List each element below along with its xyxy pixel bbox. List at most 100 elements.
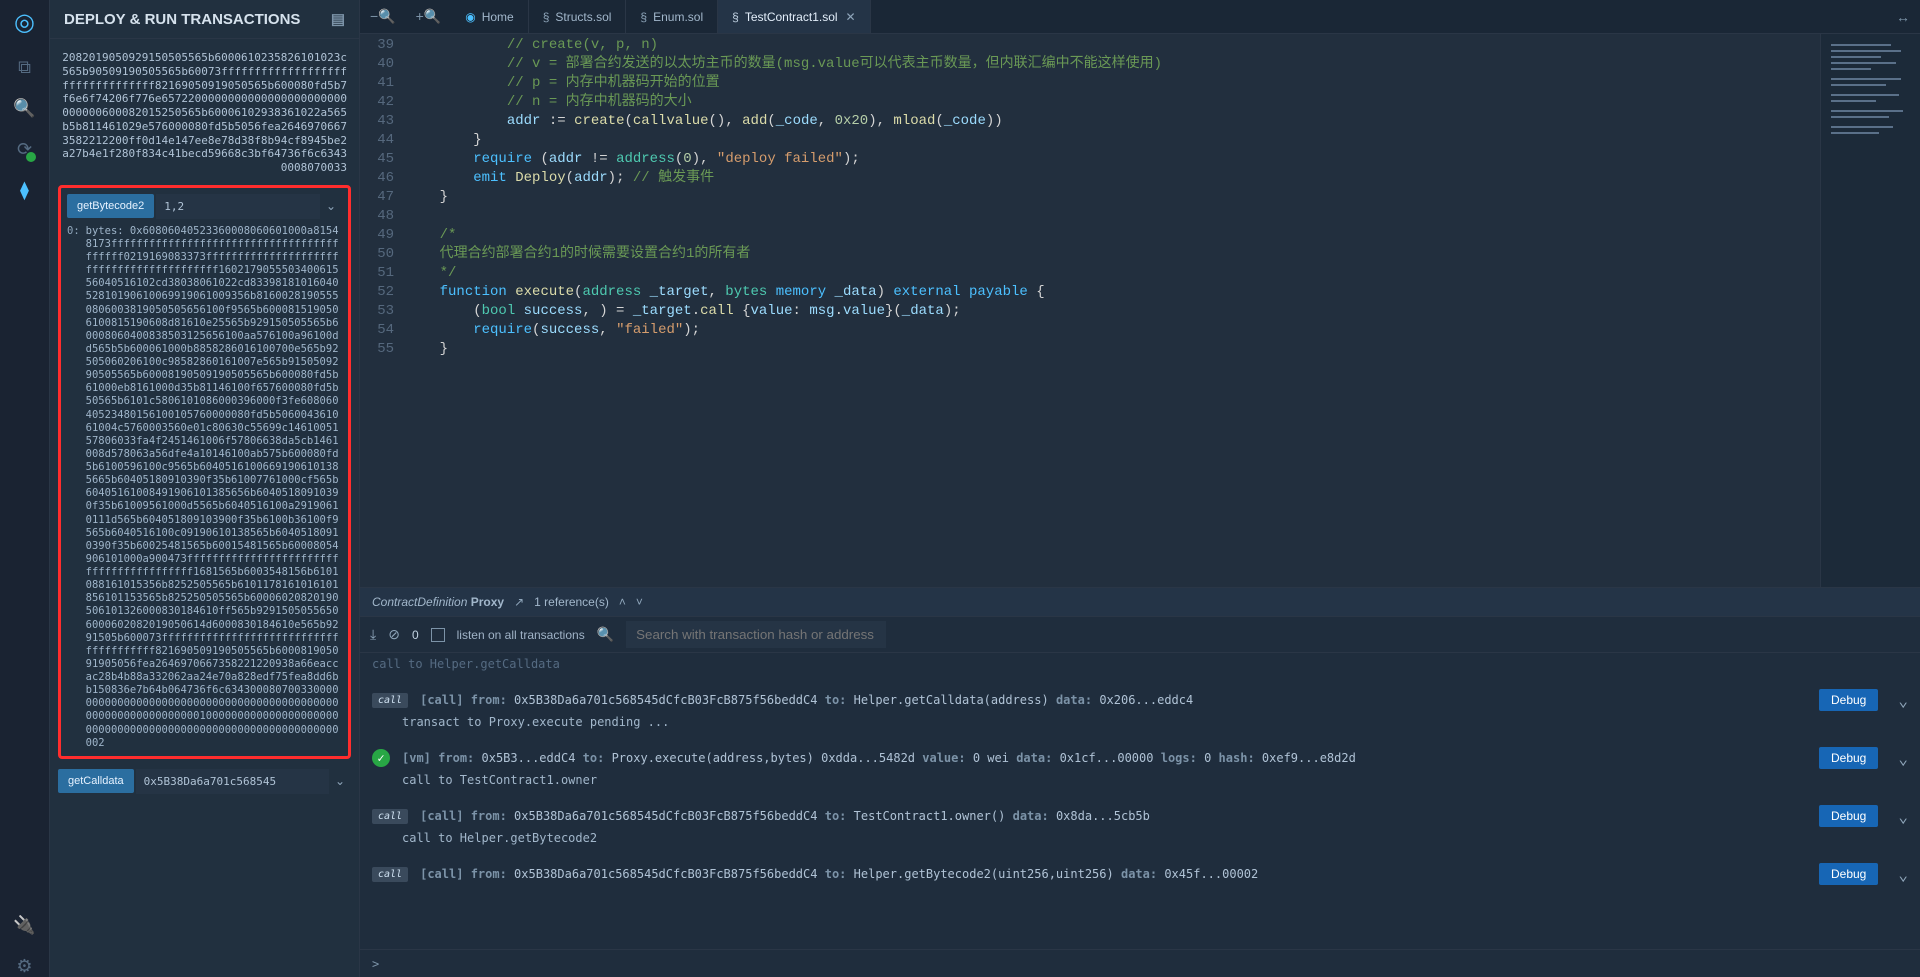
terminal-search-input[interactable] [626, 621, 886, 648]
close-icon[interactable]: ✕ [846, 10, 856, 24]
code-line[interactable]: 45 require (addr != address(0), "deploy … [360, 150, 1820, 169]
bytecode-blob-top: 2082019050929150505565b60006102358261010… [58, 47, 351, 185]
chevron-down-icon[interactable]: ˅ [636, 595, 643, 609]
logo-icon: ◎ [14, 8, 35, 37]
debug-button[interactable]: Debug [1819, 747, 1878, 769]
zoom-in-icon[interactable]: +🔍 [406, 8, 452, 25]
log-text: [vm] from: 0x5B3...eddC4 to: Proxy.execu… [402, 751, 1356, 765]
log-text: [call] from: 0x5B38Da6a701c568545dCfcB03… [420, 809, 1150, 823]
code-line[interactable]: 51 */ [360, 264, 1820, 283]
collapse-icon[interactable]: ⤓ [370, 626, 376, 643]
clear-icon[interactable]: ⊘ [388, 626, 400, 643]
tab-structs[interactable]: § Structs.sol [529, 0, 627, 33]
settings-icon[interactable]: ⚙ [16, 956, 32, 977]
plugin-icon[interactable]: 🔌 [13, 915, 35, 936]
code-line[interactable]: 49 /* [360, 226, 1820, 245]
fn-row-getcalldata: getCalldata ⌄ [58, 769, 351, 794]
getbytecode2-input[interactable] [156, 194, 320, 219]
tab-bar: −🔍 +🔍 ◉ Home § Structs.sol § Enum.sol § … [360, 0, 1920, 34]
line-code: /* [406, 226, 1820, 245]
sol-icon: § [732, 10, 739, 24]
compile-icon[interactable]: ⟳ [17, 139, 32, 160]
tab-testcontract1[interactable]: § TestContract1.sol ✕ [718, 0, 870, 33]
code-line[interactable]: 53 (bool success, ) = _target.call {valu… [360, 302, 1820, 321]
debug-button[interactable]: Debug [1819, 863, 1878, 885]
log-entry: ✓ [vm] from: 0x5B3...eddC4 to: Proxy.exec… [372, 747, 1908, 787]
tab-home[interactable]: ◉ Home [451, 0, 529, 33]
line-number: 47 [360, 188, 406, 207]
chevron-down-icon[interactable]: ⌄ [1898, 865, 1908, 884]
code-line[interactable]: 39 // create(v, p, n) [360, 36, 1820, 55]
share-icon[interactable]: ↗ [514, 595, 524, 609]
line-code: // p = 内存中机器码开始的位置 [406, 74, 1820, 93]
debug-button[interactable]: Debug [1819, 689, 1878, 711]
line-number: 48 [360, 207, 406, 226]
line-number: 54 [360, 321, 406, 340]
debug-button[interactable]: Debug [1819, 805, 1878, 827]
call-badge: call [372, 693, 408, 708]
code-line[interactable]: 46 emit Deploy(addr); // 触发事件 [360, 169, 1820, 188]
tab-label: Home [482, 10, 514, 24]
icon-rail: ◎ ⧉ 🔍 ⟳ ⧫ 🔌 ⚙ [0, 0, 50, 977]
search-icon[interactable]: 🔍 [597, 626, 614, 643]
code-line[interactable]: 43 addr := create(callvalue(), add(_code… [360, 112, 1820, 131]
line-number: 51 [360, 264, 406, 283]
code-line[interactable]: 50 代理合约部署合约1的时候需要设置合约1的所有者 [360, 245, 1820, 264]
output-row: 0: bytes: 0x60806040523360008060601000a8… [67, 225, 342, 750]
code-line[interactable]: 54 require(success, "failed"); [360, 321, 1820, 340]
log-line: call[call] from: 0x5B38Da6a701c568545dCf… [372, 689, 1908, 711]
terminal-body[interactable]: call to Helper.getCalldata call[call] fr… [360, 653, 1920, 949]
terminal-prompt[interactable]: > [360, 949, 1920, 977]
log-text: [call] from: 0x5B38Da6a701c568545dCfcB03… [420, 867, 1258, 881]
line-number: 53 [360, 302, 406, 321]
tab-enum[interactable]: § Enum.sol [626, 0, 718, 33]
code-line[interactable]: 48 [360, 207, 1820, 226]
chevron-down-icon[interactable]: ⌄ [1898, 807, 1908, 826]
line-number: 43 [360, 112, 406, 131]
terminal: ⤓ ⊘ 0 listen on all transactions 🔍 call … [360, 617, 1920, 977]
line-number: 46 [360, 169, 406, 188]
chevron-down-icon[interactable]: ⌄ [329, 770, 351, 792]
search-icon[interactable]: 🔍 [13, 98, 35, 119]
expand-icon[interactable]: ↔ [1886, 9, 1920, 25]
fn-row-getbytecode2: getBytecode2 ⌄ [67, 194, 342, 219]
line-number: 40 [360, 55, 406, 74]
line-code: function execute(address _target, bytes … [406, 283, 1820, 302]
code-line[interactable]: 42 // n = 内存中机器码的大小 [360, 93, 1820, 112]
files-icon[interactable]: ⧉ [18, 57, 31, 78]
chevron-down-icon[interactable]: ⌄ [1898, 691, 1908, 710]
code-line[interactable]: 55 } [360, 340, 1820, 359]
zoom-out-icon[interactable]: −🔍 [360, 8, 406, 25]
line-code: // n = 内存中机器码的大小 [406, 93, 1820, 112]
line-number: 52 [360, 283, 406, 302]
code-editor[interactable]: 39 // create(v, p, n)40 // v = 部署合约发送的以太… [360, 34, 1820, 587]
line-code: */ [406, 264, 1820, 283]
log-line: call[call] from: 0x5B38Da6a701c568545dCf… [372, 805, 1908, 827]
deploy-icon[interactable]: ⧫ [20, 180, 29, 201]
terminal-scrollback-line: call to Helper.getCalldata [372, 657, 1908, 671]
getbytecode2-button[interactable]: getBytecode2 [67, 194, 154, 218]
code-line[interactable]: 44 } [360, 131, 1820, 150]
highlighted-output-box: getBytecode2 ⌄ 0: bytes: 0x6080604052336… [58, 185, 351, 759]
line-number: 39 [360, 36, 406, 55]
success-icon: ✓ [372, 749, 390, 767]
getcalldata-input[interactable] [136, 769, 329, 794]
code-line[interactable]: 52 function execute(address _target, byt… [360, 283, 1820, 302]
listen-checkbox[interactable] [431, 628, 445, 642]
tab-label: Structs.sol [555, 10, 611, 24]
call-badge: call [372, 867, 408, 882]
getcalldata-button[interactable]: getCalldata [58, 769, 134, 793]
minimap[interactable] [1820, 34, 1920, 587]
line-number: 49 [360, 226, 406, 245]
code-line[interactable]: 41 // p = 内存中机器码开始的位置 [360, 74, 1820, 93]
code-line[interactable]: 40 // v = 部署合约发送的以太坊主币的数量(msg.value可以代表主… [360, 55, 1820, 74]
chevron-down-icon[interactable]: ⌄ [320, 195, 342, 217]
output-index: 0: [67, 225, 80, 750]
line-number: 45 [360, 150, 406, 169]
line-number: 50 [360, 245, 406, 264]
side-panel-menu-icon[interactable]: ▤ [331, 10, 345, 28]
chevron-up-icon[interactable]: ˄ [619, 595, 626, 609]
chevron-down-icon[interactable]: ⌄ [1898, 749, 1908, 768]
home-icon: ◉ [465, 10, 475, 24]
code-line[interactable]: 47 } [360, 188, 1820, 207]
